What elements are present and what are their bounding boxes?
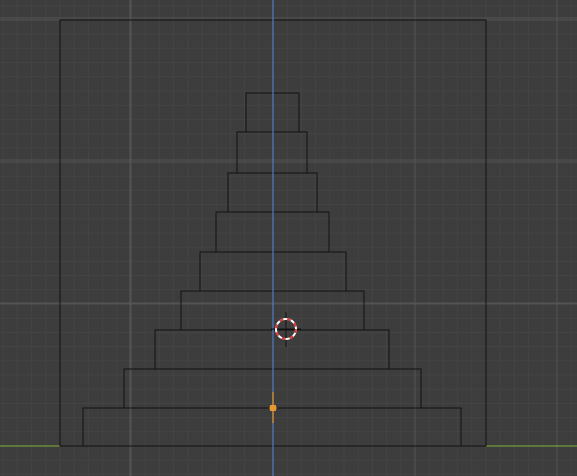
viewport-background bbox=[0, 0, 577, 476]
viewport-canvas[interactable] bbox=[0, 0, 577, 476]
3d-viewport[interactable] bbox=[0, 0, 577, 476]
origin-point-icon bbox=[270, 405, 276, 411]
